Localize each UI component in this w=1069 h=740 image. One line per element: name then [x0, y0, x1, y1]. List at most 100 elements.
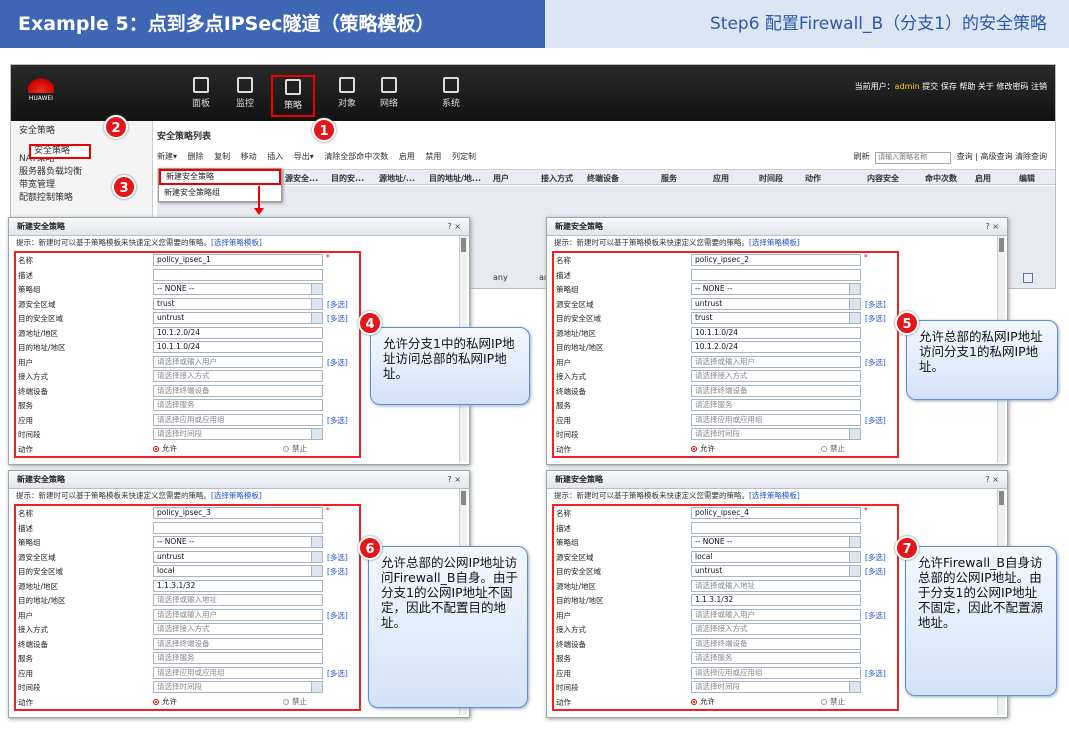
close-icon[interactable]: ? × — [448, 471, 462, 489]
multi-select-link[interactable]: [多选] — [327, 357, 348, 368]
policy-group-select[interactable]: -- NONE -- — [153, 536, 323, 548]
edit-icon[interactable] — [1023, 273, 1033, 283]
multi-select-link[interactable]: [多选] — [327, 610, 348, 621]
user-field[interactable]: 请选择或输入用户 — [153, 355, 323, 368]
description-field[interactable] — [691, 268, 861, 281]
template-link[interactable]: [选择策略模板] — [211, 238, 262, 247]
multi-select-link[interactable]: [多选] — [865, 552, 886, 563]
delete-button[interactable]: 删除 — [188, 152, 204, 161]
permit-radio[interactable]: 允许 — [153, 443, 177, 454]
user-field[interactable]: 请选择或输入用户 — [691, 355, 861, 368]
time-select[interactable]: 请选择时间段 — [691, 681, 861, 693]
close-icon[interactable]: ? × — [986, 471, 1000, 489]
user-links[interactable]: 提交 保存 帮助 关于 修改密码 注销 — [922, 82, 1047, 91]
multi-select-link[interactable]: [多选] — [865, 668, 886, 679]
source-address-field[interactable]: 10.1.2.0/24 — [153, 326, 323, 339]
template-link[interactable]: [选择策略模板] — [211, 491, 262, 500]
nav-system[interactable]: 系统 — [429, 75, 473, 117]
name-field[interactable]: policy_ipsec_1 — [153, 254, 323, 266]
nav-monitor[interactable]: 监控 — [223, 75, 267, 117]
close-icon[interactable]: ? × — [448, 218, 462, 236]
service-field[interactable]: 请选择服务 — [153, 652, 323, 664]
user-field[interactable]: 请选择或输入用户 — [153, 608, 323, 621]
description-field[interactable] — [153, 521, 323, 534]
nav-policy[interactable]: 策略 — [271, 75, 315, 117]
app-field[interactable]: 请选择应用或应用组 — [153, 666, 323, 679]
multi-select-link[interactable]: [多选] — [327, 299, 348, 310]
access-field[interactable]: 请选择接入方式 — [691, 370, 861, 382]
multi-select-link[interactable]: [多选] — [865, 313, 886, 324]
dest-zone-select[interactable]: trust — [691, 312, 861, 324]
deny-radio[interactable]: 禁止 — [283, 443, 307, 454]
source-address-field[interactable]: 10.1.1.0/24 — [691, 326, 861, 339]
access-field[interactable]: 请选择接入方式 — [691, 623, 861, 635]
dest-zone-select[interactable]: untrust — [691, 565, 861, 577]
disable-button[interactable]: 禁用 — [425, 152, 441, 161]
app-field[interactable]: 请选择应用或应用组 — [153, 413, 323, 426]
dest-address-field[interactable]: 1.1.3.1/32 — [691, 594, 861, 606]
tree-security-policy[interactable]: 安全策略 — [11, 125, 152, 138]
app-field[interactable]: 请选择应用或应用组 — [691, 666, 861, 679]
clear-query-button[interactable]: 清除查询 — [1015, 152, 1047, 161]
deny-radio[interactable]: 禁止 — [821, 443, 845, 454]
source-zone-select[interactable]: local — [691, 550, 861, 563]
template-link[interactable]: [选择策略模板] — [749, 238, 800, 247]
nav-network[interactable]: 网络 — [367, 75, 411, 117]
device-field[interactable]: 请选择终端设备 — [153, 637, 323, 650]
clear-hits-button[interactable]: 清除全部命中次数 — [324, 152, 388, 161]
time-select[interactable]: 请选择时间段 — [153, 428, 323, 440]
enable-button[interactable]: 启用 — [399, 152, 415, 161]
menu-new-policy-group[interactable]: 新建安全策略组 — [159, 185, 281, 201]
advanced-query-button[interactable]: 高级查询 — [980, 152, 1012, 161]
device-field[interactable]: 请选择终端设备 — [691, 637, 861, 650]
source-zone-select[interactable]: untrust — [153, 550, 323, 563]
multi-select-link[interactable]: [多选] — [327, 668, 348, 679]
time-select[interactable]: 请选择时间段 — [153, 681, 323, 693]
search-input[interactable] — [875, 151, 952, 164]
nav-dashboard[interactable]: 面板 — [179, 75, 223, 117]
source-zone-select[interactable]: trust — [153, 297, 323, 310]
menu-new-security-policy[interactable]: 新建安全策略 — [159, 169, 281, 185]
move-button[interactable]: 移动 — [241, 152, 257, 161]
policy-group-select[interactable]: -- NONE -- — [691, 536, 861, 548]
description-field[interactable] — [153, 268, 323, 281]
multi-select-link[interactable]: [多选] — [327, 313, 348, 324]
name-field[interactable]: policy_ipsec_2 — [691, 254, 861, 266]
service-field[interactable]: 请选择服务 — [691, 399, 861, 411]
refresh-button[interactable]: 刷新 — [854, 152, 870, 161]
copy-button[interactable]: 复制 — [214, 152, 230, 161]
multi-select-link[interactable]: [多选] — [327, 415, 348, 426]
service-field[interactable]: 请选择服务 — [691, 652, 861, 664]
multi-select-link[interactable]: [多选] — [865, 299, 886, 310]
close-icon[interactable]: ? × — [986, 218, 1000, 236]
multi-select-link[interactable]: [多选] — [865, 415, 886, 426]
dest-zone-select[interactable]: local — [153, 565, 323, 577]
policy-group-select[interactable]: -- NONE -- — [153, 283, 323, 295]
name-field[interactable]: policy_ipsec_4 — [691, 507, 861, 519]
new-button[interactable]: 新建▾ — [157, 152, 177, 161]
device-field[interactable]: 请选择终端设备 — [691, 384, 861, 397]
source-address-field[interactable]: 1.1.3.1/32 — [153, 579, 323, 592]
access-field[interactable]: 请选择接入方式 — [153, 623, 323, 635]
user-field[interactable]: 请选择或输入用户 — [691, 608, 861, 621]
dest-address-field[interactable]: 请选择或输入地址 — [153, 594, 323, 606]
dest-zone-select[interactable]: untrust — [153, 312, 323, 324]
multi-select-link[interactable]: [多选] — [865, 357, 886, 368]
source-zone-select[interactable]: untrust — [691, 297, 861, 310]
source-address-field[interactable]: 请选择或输入地址 — [691, 579, 861, 592]
access-field[interactable]: 请选择接入方式 — [153, 370, 323, 382]
export-button[interactable]: 导出▾ — [294, 152, 314, 161]
deny-radio[interactable]: 禁止 — [283, 696, 307, 707]
multi-select-link[interactable]: [多选] — [865, 566, 886, 577]
dest-address-field[interactable]: 10.1.1.0/24 — [153, 341, 323, 353]
multi-select-link[interactable]: [多选] — [327, 552, 348, 563]
columns-button[interactable]: 列定制 — [452, 152, 476, 161]
device-field[interactable]: 请选择终端设备 — [153, 384, 323, 397]
multi-select-link[interactable]: [多选] — [327, 566, 348, 577]
app-field[interactable]: 请选择应用或应用组 — [691, 413, 861, 426]
multi-select-link[interactable]: [多选] — [865, 610, 886, 621]
dest-address-field[interactable]: 10.1.2.0/24 — [691, 341, 861, 353]
service-field[interactable]: 请选择服务 — [153, 399, 323, 411]
deny-radio[interactable]: 禁止 — [821, 696, 845, 707]
insert-button[interactable]: 插入 — [267, 152, 283, 161]
